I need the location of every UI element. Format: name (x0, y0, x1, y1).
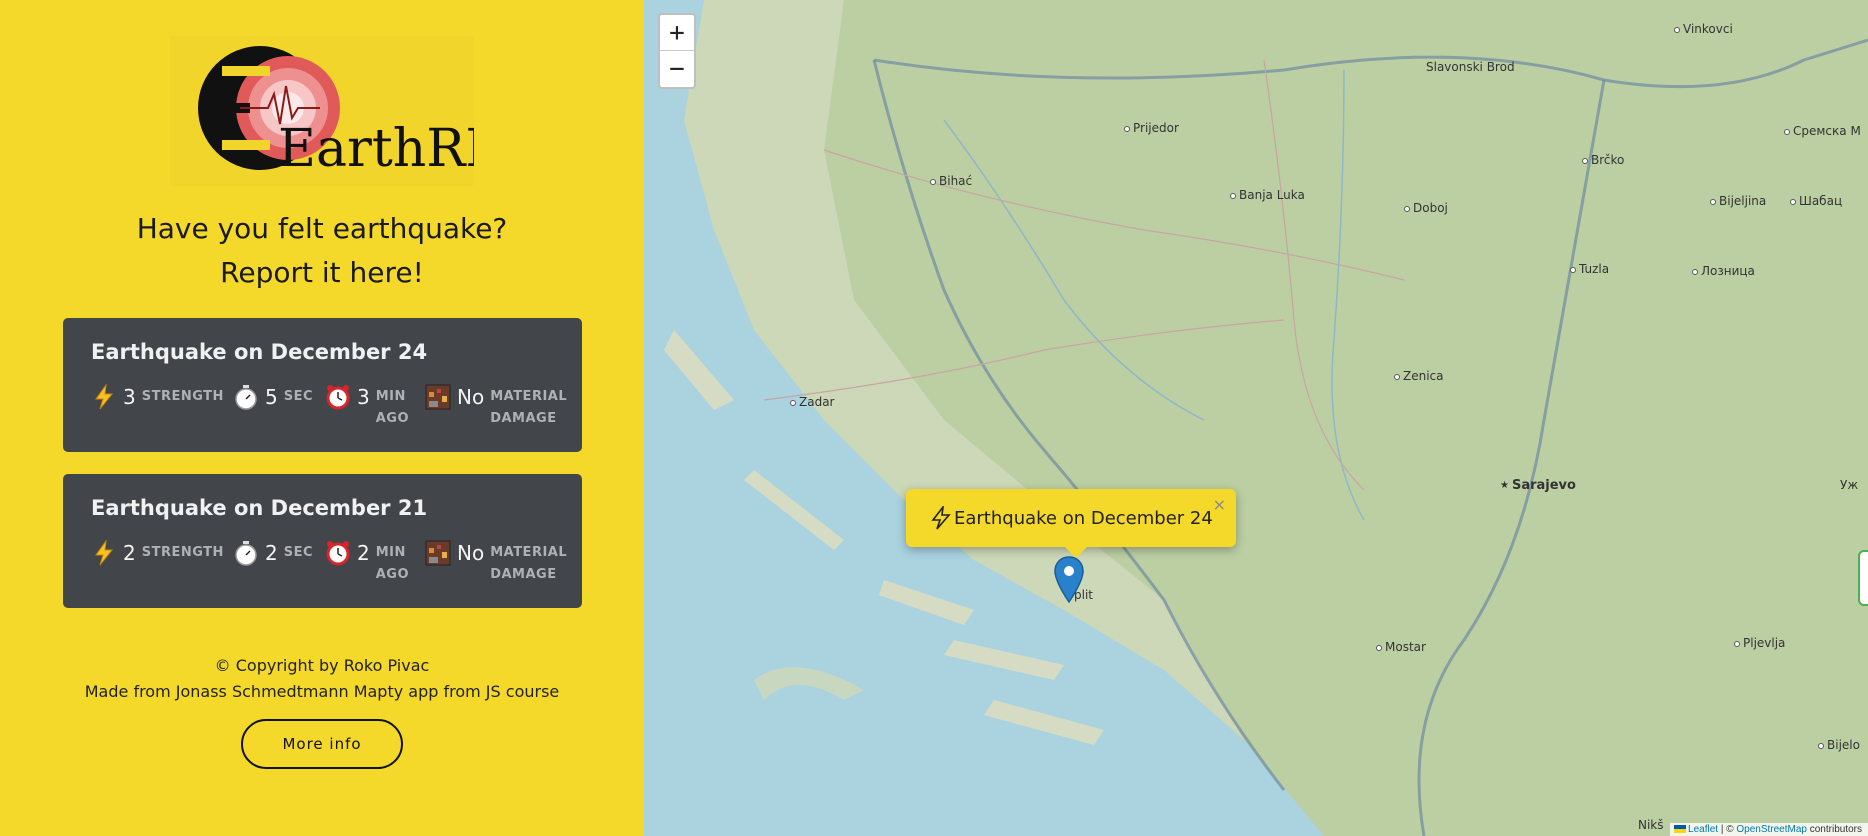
damage-unit-line2: DAMAGE (490, 411, 557, 426)
map[interactable]: + − Vinkovci Slavonski Brod Prijedor Bih… (644, 0, 1868, 836)
popup-title: Earthquake on December 24 (954, 507, 1213, 529)
damage-unit-line1: MATERIAL (490, 389, 568, 404)
tagline-question: Have you felt earthquake? (136, 212, 508, 245)
city-label: Bijeljina (1710, 194, 1766, 208)
strength-stat: 3 STRENGTH (91, 384, 224, 410)
attribution-separator: | © (1718, 824, 1737, 835)
damaged-building-icon (425, 540, 451, 566)
time-ago-unit: MIN AGO (376, 386, 409, 430)
city-label: Bijelo (1818, 738, 1860, 752)
time-ago-unit-line1: MIN (375, 545, 406, 560)
zoom-out-button[interactable]: − (660, 51, 694, 87)
earthquake-entry-title: Earthquake on December 21 (91, 496, 428, 520)
strength-unit: STRENGTH (141, 545, 224, 560)
time-ago-value: 2 (357, 541, 370, 565)
time-ago-unit-line2: AGO (375, 567, 410, 582)
time-ago-unit-line2: AGO (375, 411, 410, 426)
capital-city-label: Sarajevo (1500, 478, 1576, 493)
lightning-outline-icon (930, 506, 952, 530)
stopwatch-icon (233, 384, 259, 410)
stopwatch-icon (233, 540, 259, 566)
zoom-control: + − (658, 13, 696, 89)
strength-unit: STRENGTH (141, 389, 224, 404)
damaged-building-icon (425, 384, 451, 410)
edge-control[interactable] (1858, 550, 1868, 606)
city-label: Doboj (1404, 201, 1448, 215)
lightning-icon (91, 384, 117, 410)
duration-stat: 5 SEC (233, 384, 313, 410)
damage-unit: MATERIAL DAMAGE (490, 386, 567, 430)
tagline-call-to-action: Report it here! (220, 256, 424, 289)
damage-unit-line2: DAMAGE (490, 567, 557, 582)
damage-unit-line1: MATERIAL (490, 545, 568, 560)
zoom-in-button[interactable]: + (660, 15, 694, 51)
city-label: Zadar (790, 395, 834, 409)
earthquake-entry[interactable]: Earthquake on December 24 3 STRENGTH 5 S… (63, 318, 582, 452)
time-ago-unit: MIN AGO (376, 542, 409, 586)
duration-unit: SEC (283, 389, 314, 404)
leaflet-link[interactable]: Leaflet (1688, 824, 1718, 835)
damage-stat: No MATERIAL DAMAGE (425, 384, 567, 430)
city-label: Tuzla (1570, 262, 1609, 276)
map-tiles[interactable] (644, 0, 1868, 836)
alarm-clock-icon (325, 384, 351, 410)
map-marker-icon[interactable] (1054, 556, 1084, 604)
popup-close-button[interactable]: × (1213, 495, 1226, 514)
app-logo: EarthREP (170, 36, 474, 186)
city-label: Лозница (1692, 264, 1755, 278)
damage-value: No (457, 385, 485, 409)
city-label: Zenica (1394, 369, 1444, 383)
alarm-clock-icon (325, 540, 351, 566)
time-ago-value: 3 (357, 385, 370, 409)
city-label: Шабац (1790, 194, 1842, 208)
attribution-contributors: contributors (1806, 824, 1862, 835)
earthquake-entry[interactable]: Earthquake on December 21 2 STRENGTH 2 S… (63, 474, 582, 608)
damage-value: No (457, 541, 485, 565)
strength-value: 2 (123, 541, 136, 565)
sidebar: EarthREP Have you felt earthquake? Repor… (0, 0, 644, 836)
copyright-text: © Copyright by Roko Pivac (214, 656, 430, 675)
city-label: Brčko (1582, 153, 1624, 167)
city-label: Mostar (1376, 640, 1426, 654)
city-label: Nikš (1638, 818, 1664, 832)
strength-value: 3 (123, 385, 136, 409)
openstreetmap-link[interactable]: OpenStreetMap (1736, 824, 1807, 835)
duration-value: 5 (265, 385, 278, 409)
city-label: Bihać (930, 174, 972, 188)
city-label: Pljevlja (1734, 636, 1785, 650)
earthquake-entry-title: Earthquake on December 24 (91, 340, 428, 364)
damage-unit: MATERIAL DAMAGE (490, 542, 567, 586)
duration-value: 2 (265, 541, 278, 565)
city-label: Сремска М (1784, 124, 1861, 138)
damage-stat: No MATERIAL DAMAGE (425, 540, 567, 586)
lightning-icon (91, 540, 117, 566)
city-label: Prijedor (1124, 121, 1179, 135)
city-label: Vinkovci (1674, 22, 1733, 36)
more-info-button[interactable]: More info (241, 719, 403, 769)
earthquake-popup[interactable]: Earthquake on December 24 × (906, 489, 1236, 547)
time-ago-unit-line1: MIN (375, 389, 406, 404)
duration-stat: 2 SEC (233, 540, 313, 566)
strength-stat: 2 STRENGTH (91, 540, 224, 566)
city-label: Slavonski Brod (1426, 60, 1515, 74)
credits-text: Made from Jonass Schmedtmann Mapty app f… (84, 682, 560, 701)
city-label: Banja Luka (1230, 188, 1305, 202)
time-ago-stat: 2 MIN AGO (325, 540, 409, 586)
map-attribution: Leaflet | © OpenStreetMap contributors (1670, 823, 1868, 836)
duration-unit: SEC (283, 545, 314, 560)
time-ago-stat: 3 MIN AGO (325, 384, 409, 430)
logo-wordmark: EarthREP (278, 119, 474, 179)
city-label: Уж (1840, 478, 1859, 492)
ukraine-flag-icon (1674, 825, 1687, 834)
